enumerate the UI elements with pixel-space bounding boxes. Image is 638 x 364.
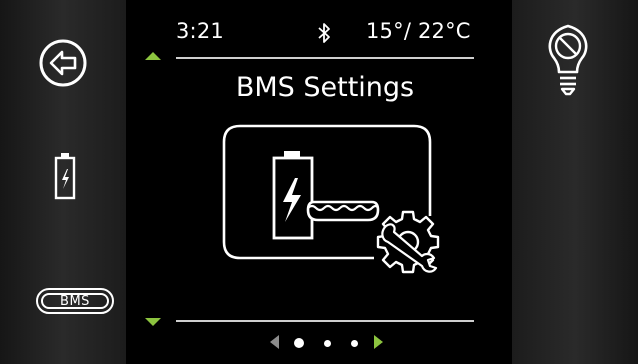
temperature-readout: 15°/ 22°C xyxy=(366,19,471,43)
bms-button[interactable]: BMS xyxy=(36,288,114,314)
page-title: BMS Settings xyxy=(235,72,415,103)
bms-label: BMS xyxy=(41,293,109,309)
top-divider xyxy=(176,57,474,59)
pager-dot-2[interactable] xyxy=(324,340,331,347)
light-toggle-button[interactable] xyxy=(546,22,590,106)
bluetooth-icon xyxy=(317,22,331,44)
scroll-down-indicator[interactable] xyxy=(145,318,161,326)
battery-button[interactable] xyxy=(54,152,76,200)
clock: 3:21 xyxy=(176,19,224,43)
bottom-divider xyxy=(176,320,474,322)
battery-bms-settings-icon xyxy=(222,124,440,274)
bms-settings-illustration[interactable] xyxy=(222,124,452,284)
pager-dot-3[interactable] xyxy=(351,340,358,347)
pager-next-arrow[interactable] xyxy=(374,335,383,349)
battery-charging-icon xyxy=(54,153,76,200)
pager-dot-1[interactable] xyxy=(294,338,304,348)
light-off-icon xyxy=(548,24,588,96)
pager-prev-arrow[interactable] xyxy=(270,335,279,349)
back-button[interactable] xyxy=(38,38,88,88)
scroll-up-indicator[interactable] xyxy=(145,52,161,60)
back-arrow-icon xyxy=(39,39,87,87)
